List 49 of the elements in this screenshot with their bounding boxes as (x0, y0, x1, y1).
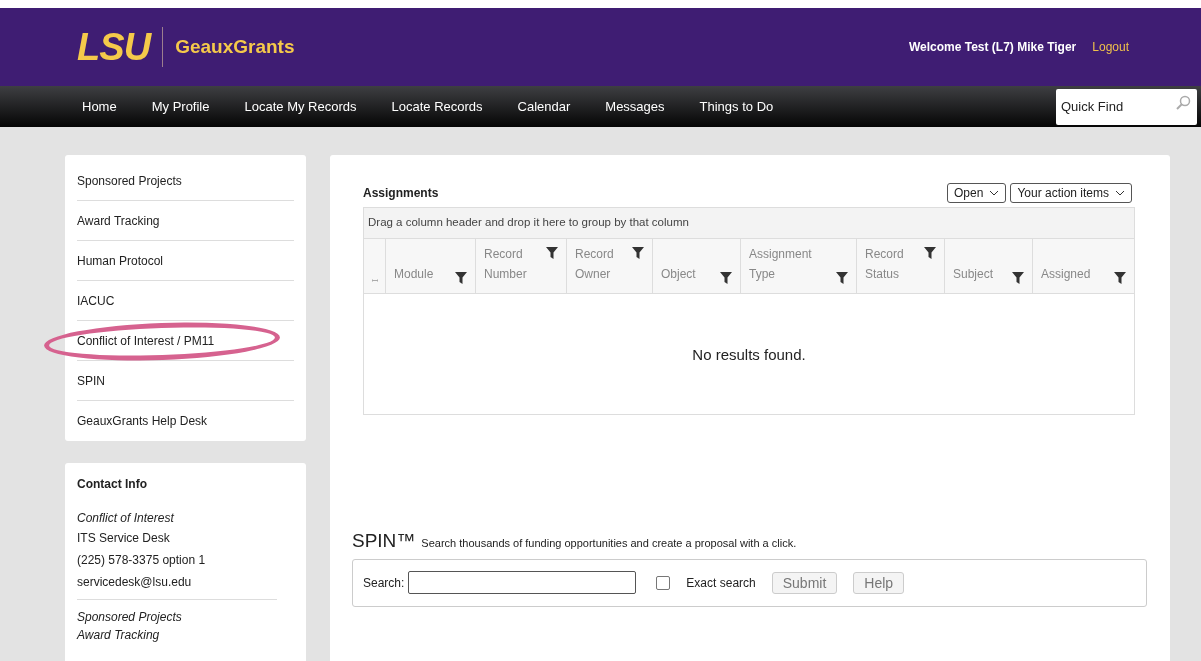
nav-link[interactable]: Messages (605, 96, 665, 117)
filter-icon[interactable] (546, 247, 558, 259)
contact-heading: Conflict of Interest (77, 510, 175, 527)
welcome-text: Welcome Test (L7) Mike Tiger (908, 39, 1077, 56)
contact-line: servicedesk@lsu.edu (77, 574, 193, 591)
sidebar-link[interactable]: SPIN (77, 371, 105, 390)
exact-search-label: Exact search (686, 574, 756, 592)
quick-find-field[interactable]: Quick Find (1056, 88, 1197, 125)
spin-button[interactable]: Submit (771, 571, 838, 594)
nav-link[interactable]: Locate My Records (244, 96, 357, 117)
sidebar-link[interactable]: Conflict of Interest / PM11 (77, 331, 215, 350)
sidebar-link[interactable]: Sponsored Projects (77, 171, 182, 190)
lsu-logo[interactable]: LSU (77, 28, 151, 66)
filter-icon[interactable] (632, 247, 644, 259)
filter-icon[interactable] (720, 272, 732, 284)
nav-link[interactable]: Calendar (517, 96, 571, 117)
filter-dropdown[interactable]: Open (947, 183, 1007, 203)
contact-heading: Sponsored Projects (77, 609, 183, 626)
nav-link[interactable]: My Profile (151, 96, 210, 117)
chevron-icon (1115, 190, 1125, 196)
contact-line: (225) 578-3375 option 1 (77, 552, 207, 569)
nav-link[interactable]: Things to Do (699, 96, 774, 117)
filter-icon[interactable] (1012, 272, 1024, 284)
assignments-title: Assignments (363, 185, 439, 202)
logout-link[interactable]: Logout (1092, 38, 1129, 56)
nav-link[interactable]: Locate Records (391, 96, 483, 117)
contact-line: ITS Service Desk (77, 530, 171, 547)
contact-title: Contact Info (77, 476, 148, 493)
contact-heading: Award Tracking (77, 627, 161, 644)
filter-icon[interactable] (836, 272, 848, 284)
sidebar-link[interactable]: IACUC (77, 291, 115, 310)
spin-title: SPIN™ (352, 529, 416, 553)
exact-search-checkbox[interactable] (656, 575, 671, 590)
filter-dropdown[interactable]: Your action items (1010, 183, 1132, 203)
sidebar-link[interactable]: Human Protocol (77, 251, 164, 270)
filter-icon[interactable] (455, 272, 467, 284)
sidebar-link[interactable]: Award Tracking (77, 211, 160, 230)
filter-icon[interactable] (924, 247, 936, 259)
nav-link[interactable]: Home (82, 96, 117, 117)
group-hint: Drag a column header and drop it here to group by that column (368, 215, 689, 231)
spin-search-field[interactable] (408, 571, 637, 594)
search-label: Search: (363, 574, 405, 592)
sidebar-link[interactable]: GeauxGrants Help Desk (77, 412, 208, 430)
spin-button[interactable]: Help (853, 571, 905, 594)
filter-icon[interactable] (1114, 272, 1126, 284)
empty-message: No results found. (692, 345, 806, 365)
chevron-icon (989, 190, 1000, 196)
spin-tagline: Search thousands of funding opportunities and create a proposal with a click. (421, 536, 797, 551)
app-name: GeauxGrants (175, 34, 295, 59)
